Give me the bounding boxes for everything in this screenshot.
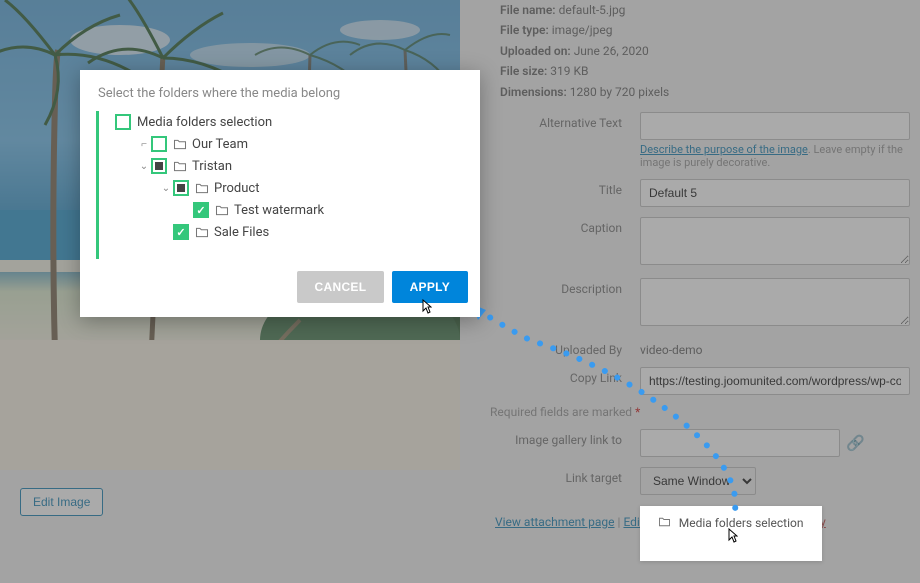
folder-icon bbox=[173, 139, 187, 150]
tree-item-tristan[interactable]: Tristan bbox=[192, 159, 232, 174]
tree-item-product[interactable]: Product bbox=[214, 181, 259, 196]
caret-icon[interactable]: ⌐ bbox=[137, 139, 151, 150]
apply-button[interactable]: APPLY bbox=[392, 271, 468, 303]
tree-root-label: Media folders selection bbox=[137, 115, 272, 130]
caret-down-icon[interactable]: ⌄ bbox=[159, 183, 173, 194]
checkbox-test-watermark[interactable] bbox=[193, 202, 209, 218]
checkbox-product[interactable] bbox=[173, 180, 189, 196]
folder-icon bbox=[173, 161, 187, 172]
folder-select-modal: Select the folders where the media belon… bbox=[80, 70, 480, 317]
checkbox-our-team[interactable] bbox=[151, 136, 167, 152]
cursor-icon bbox=[724, 528, 738, 544]
folder-icon bbox=[215, 205, 229, 216]
checkbox-root[interactable] bbox=[115, 114, 131, 130]
folder-icon bbox=[195, 227, 209, 238]
cancel-button[interactable]: CANCEL bbox=[297, 271, 385, 303]
cursor-icon bbox=[418, 299, 432, 315]
tree-item-sale-files[interactable]: Sale Files bbox=[214, 225, 269, 240]
tree-item-test-watermark[interactable]: Test watermark bbox=[234, 203, 324, 218]
tree-item-our-team[interactable]: Our Team bbox=[192, 137, 248, 152]
caret-down-icon[interactable]: ⌄ bbox=[137, 161, 151, 172]
media-folders-tooltip[interactable]: Media folders selection bbox=[640, 506, 822, 561]
checkbox-sale-files[interactable] bbox=[173, 224, 189, 240]
folder-icon bbox=[658, 517, 674, 530]
tooltip-label: Media folders selection bbox=[679, 516, 804, 530]
modal-title: Select the folders where the media belon… bbox=[80, 70, 480, 111]
checkbox-tristan[interactable] bbox=[151, 158, 167, 174]
folder-icon bbox=[195, 183, 209, 194]
